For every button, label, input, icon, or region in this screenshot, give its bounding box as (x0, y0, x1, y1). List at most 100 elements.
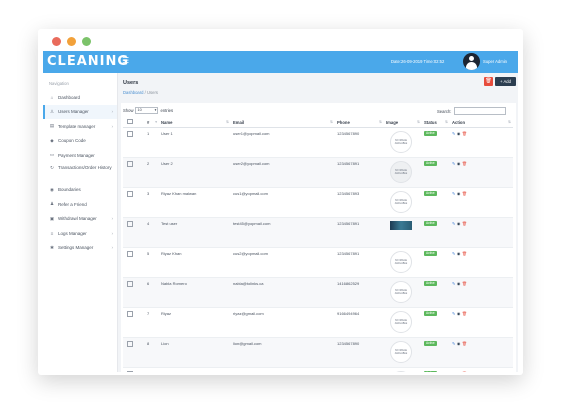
view-icon[interactable]: ◉ (457, 311, 461, 316)
row-checkbox-cell[interactable] (123, 217, 145, 248)
sidebar-item-label: Transactions/Order History (58, 164, 112, 170)
trash-icon[interactable]: 🗑 (462, 161, 467, 166)
maximize-window-button[interactable] (82, 37, 91, 46)
select-all-header[interactable] (123, 117, 145, 128)
sidebar-item-payment-manager[interactable]: ▭ Payment Manager (43, 148, 117, 163)
cell-email-text: nabla@tolinks.ca (233, 281, 264, 286)
trash-icon[interactable]: 🗑 (462, 341, 467, 346)
trash-icon[interactable]: 🗑 (462, 311, 467, 316)
row-checkbox-cell[interactable] (123, 337, 145, 368)
search-input[interactable] (454, 107, 507, 115)
view-icon[interactable]: ◉ (457, 131, 461, 136)
column-header-image[interactable]: Image ⇅ (384, 117, 422, 128)
row-checkbox-cell[interactable] (123, 127, 145, 158)
edit-icon[interactable]: ✎ (452, 311, 455, 316)
row-checkbox-cell[interactable] (123, 247, 145, 278)
no-image-text: NO IMAGE AVAILABLE (394, 349, 408, 355)
minimize-window-button[interactable] (67, 37, 76, 46)
sidebar-item-users-manager[interactable]: ♙ Users Manager › (43, 104, 117, 119)
sidebar-item-logs-manager[interactable]: ≡ Logs Manager › (43, 226, 117, 241)
edit-icon[interactable]: ✎ (452, 161, 455, 166)
sidebar-item-withdrawl-manager[interactable]: ▣ Withdrawl Manager › (43, 212, 117, 227)
status-badge[interactable]: Active (424, 191, 437, 196)
page-title: Users (123, 80, 139, 86)
entries-select[interactable]: 10 ▾ (135, 107, 159, 114)
row-checkbox-cell[interactable] (123, 307, 145, 338)
cell-name-text: Nabla Romero (161, 368, 229, 372)
user-name[interactable]: Super Admin (483, 59, 507, 64)
trash-icon[interactable]: 🗑 (462, 221, 467, 226)
no-image-text: NO IMAGE AVAILABLE (394, 289, 408, 295)
edit-icon[interactable]: ✎ (452, 221, 455, 226)
cell-number: 6 (145, 277, 159, 308)
row-checkbox[interactable] (127, 161, 133, 167)
edit-icon[interactable]: ✎ (452, 371, 455, 372)
status-badge[interactable]: Active (424, 221, 437, 226)
brand-logo[interactable]: CLEANING (47, 54, 129, 69)
edit-icon[interactable]: ✎ (452, 341, 455, 346)
column-header-name[interactable]: Name ⇅ (159, 117, 231, 128)
trash-icon[interactable]: 🗑 (462, 281, 467, 286)
sidebar-item-template-manager[interactable]: ▤ Template manager › (43, 119, 117, 134)
row-checkbox-cell[interactable] (123, 367, 145, 372)
select-all-checkbox[interactable] (127, 118, 133, 125)
menu-toggle-icon[interactable]: ☰ (122, 56, 129, 65)
row-checkbox-cell[interactable] (123, 277, 145, 308)
column-header-number[interactable]: # ▾ (145, 117, 159, 128)
cell-phone-text: 1234567890 (337, 341, 360, 346)
sidebar-item-settings-manager[interactable]: ✱ Settings Manager › (43, 241, 117, 256)
cell-email-text: cus1@yopmail.com (233, 191, 268, 196)
column-header-status[interactable]: Status ⇅ (422, 117, 450, 128)
column-header-email[interactable]: Email ⇅ (231, 117, 335, 128)
sidebar-item-coupon-code[interactable]: ◆ Coupon Code (43, 134, 117, 149)
delete-button[interactable]: 🗑 (484, 77, 493, 86)
row-checkbox-cell[interactable] (123, 187, 145, 218)
view-icon[interactable]: ◉ (457, 191, 461, 196)
row-checkbox-cell[interactable] (123, 157, 145, 188)
status-badge[interactable]: Active (424, 251, 437, 256)
row-checkbox[interactable] (127, 191, 133, 197)
status-badge[interactable]: Active (424, 311, 437, 316)
row-checkbox[interactable] (127, 251, 133, 257)
breadcrumb-dashboard-link[interactable]: Dashboard (123, 90, 144, 95)
close-window-button[interactable] (52, 37, 61, 46)
row-checkbox[interactable] (127, 221, 133, 227)
trash-icon[interactable]: 🗑 (462, 191, 467, 196)
status-badge[interactable]: Active (424, 281, 437, 286)
edit-icon[interactable]: ✎ (452, 251, 455, 256)
view-icon[interactable]: ◉ (457, 221, 461, 226)
status-badge[interactable]: Active (424, 131, 437, 136)
avatar[interactable] (463, 53, 480, 70)
add-user-button[interactable]: + Add (495, 77, 516, 86)
sidebar-item-refer-a-friend[interactable]: ♟ Refer a Friend (43, 197, 117, 212)
view-icon[interactable]: ◉ (457, 341, 461, 346)
view-icon[interactable]: ◉ (457, 371, 461, 372)
sidebar-item-boundaries[interactable]: ◉ Boundaries (43, 183, 117, 198)
view-icon[interactable]: ◉ (457, 161, 461, 166)
status-badge[interactable]: Active (424, 161, 437, 166)
edit-icon[interactable]: ✎ (452, 131, 455, 136)
status-badge[interactable]: Active (424, 371, 437, 372)
admin-app: CLEANING ☰ Date:26-09-2019 Time:02:52 Su… (43, 51, 518, 372)
edit-icon[interactable]: ✎ (452, 281, 455, 286)
status-badge[interactable]: Active (424, 341, 437, 346)
view-icon[interactable]: ◉ (457, 281, 461, 286)
cell-email: riyaz@gmail.com (231, 307, 335, 338)
row-checkbox[interactable] (127, 341, 133, 347)
trash-icon[interactable]: 🗑 (462, 251, 467, 256)
table-row: 6 Nabla Romero nabla@tolinks.ca 1416862529 N… (123, 277, 513, 308)
edit-icon[interactable]: ✎ (452, 191, 455, 196)
sidebar-item-label: Settings Manager (58, 245, 94, 251)
row-checkbox[interactable] (127, 371, 133, 372)
view-icon[interactable]: ◉ (457, 251, 461, 256)
row-checkbox[interactable] (127, 281, 133, 287)
row-checkbox[interactable] (127, 131, 133, 137)
trash-icon[interactable]: 🗑 (462, 371, 467, 372)
sidebar-item-dashboard[interactable]: ⌂ Dashboard (43, 90, 117, 105)
column-header-phone[interactable]: Phone ⇅ (335, 117, 384, 128)
sidebar-item-transactions-order-history[interactable]: ↻ Transactions/Order History (43, 163, 117, 183)
user-photo-thumbnail (390, 221, 412, 230)
row-checkbox[interactable] (127, 311, 133, 317)
column-header-action[interactable]: Action ⇅ (450, 117, 513, 128)
trash-icon[interactable]: 🗑 (462, 131, 467, 136)
